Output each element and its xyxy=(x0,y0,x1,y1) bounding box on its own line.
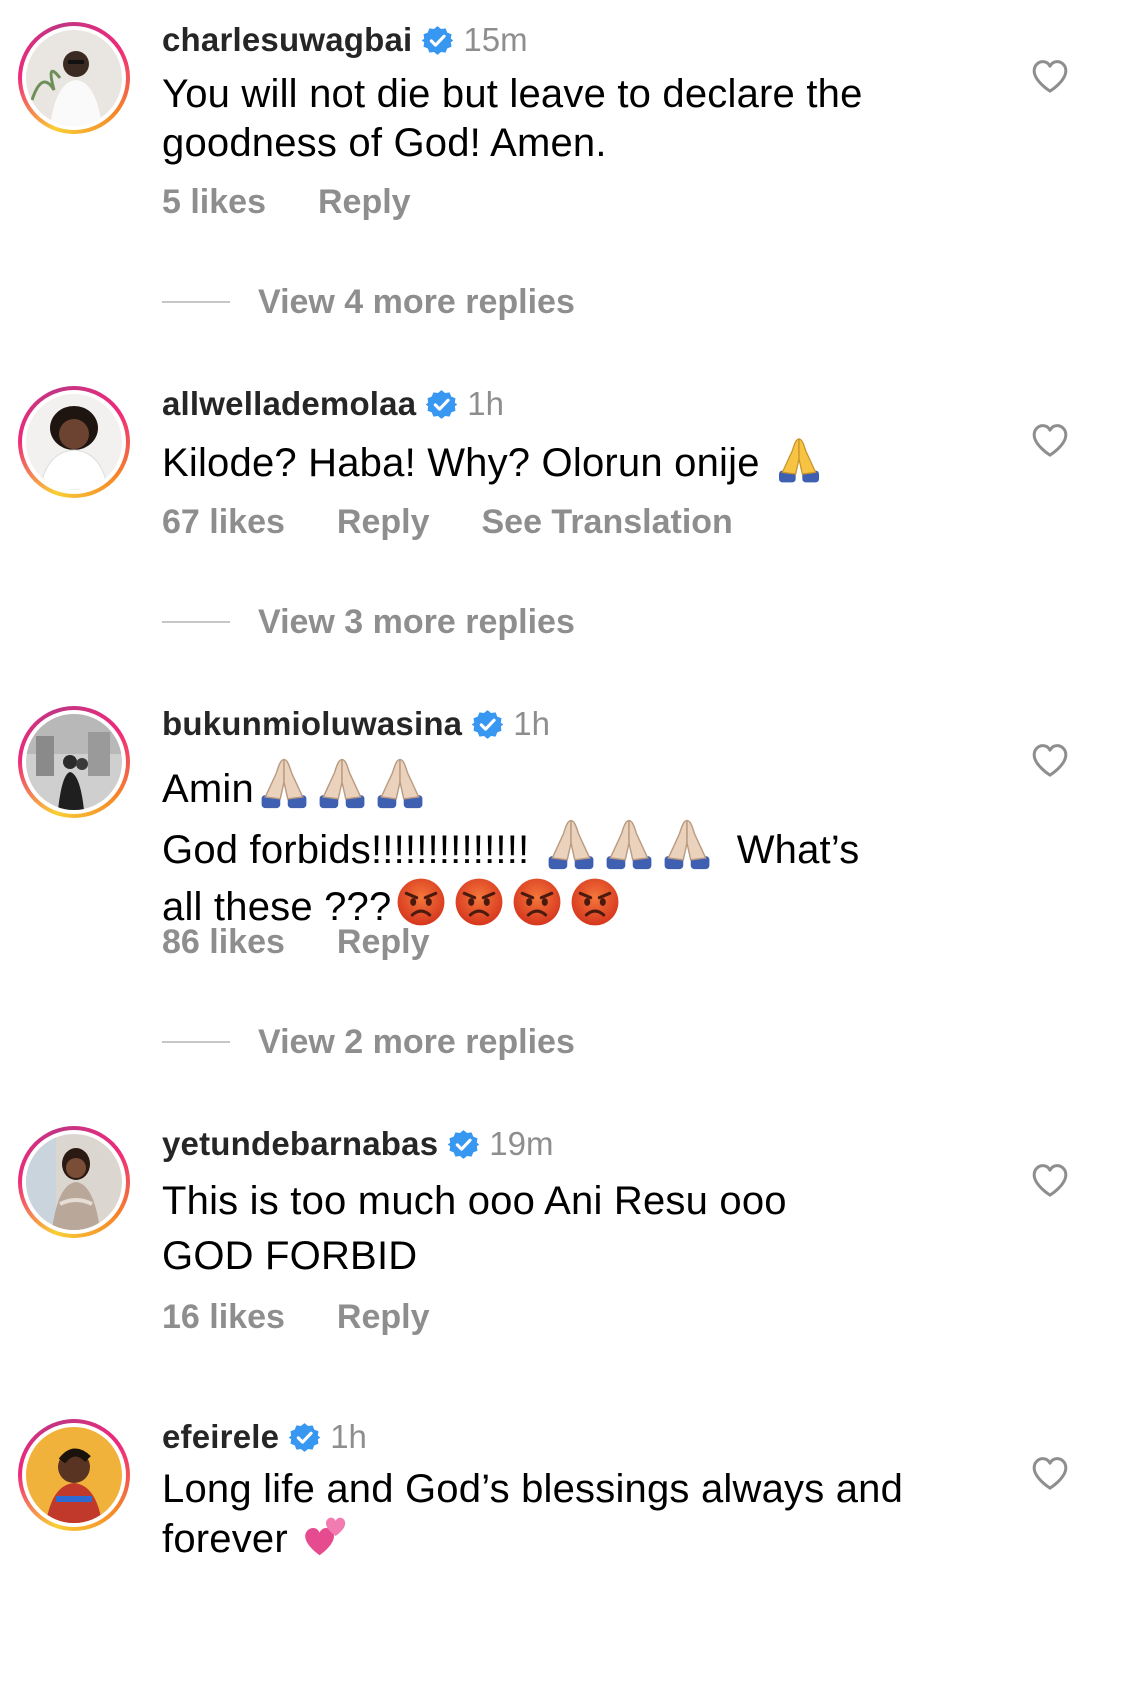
likes-count[interactable]: 16 likes xyxy=(162,1298,285,1337)
heart-outline-icon[interactable] xyxy=(1030,57,1070,97)
comment-meta: 16 likes Reply xyxy=(162,1296,481,1338)
comment-meta: 86 likes Reply xyxy=(162,921,481,963)
timestamp: 1h xyxy=(330,1418,367,1455)
comment-header: charlesuwagbai 15m xyxy=(162,20,528,60)
reply-button[interactable]: Reply xyxy=(337,503,430,542)
view-replies-label: View 3 more replies xyxy=(258,602,575,641)
divider-dash xyxy=(162,301,230,303)
view-replies-button[interactable]: View 4 more replies xyxy=(162,281,575,323)
avatar[interactable] xyxy=(18,22,130,134)
folded-hands-emoji xyxy=(774,434,824,484)
comment-text: You will not die but leave to declare th… xyxy=(162,70,1022,168)
comment-text: Long life and God’s blessings always and… xyxy=(162,1466,1022,1562)
avatar-photo xyxy=(26,1427,122,1523)
avatar-photo xyxy=(26,1134,122,1230)
divider-dash xyxy=(162,1041,230,1043)
avatar[interactable] xyxy=(18,1419,130,1531)
comment-line: goodness of God! Amen. xyxy=(162,121,607,165)
comment-line: God forbids!!!!!!!!!!!!!! xyxy=(162,828,530,872)
comment-header: efeirele 1h xyxy=(162,1417,367,1457)
view-replies-label: View 4 more replies xyxy=(258,282,575,321)
username[interactable]: allwellademolaa xyxy=(162,385,416,423)
comment-line: This is too much ooo Ani Resu ooo xyxy=(162,1179,787,1223)
divider-dash xyxy=(162,621,230,623)
comment-line: Kilode? Haba! Why? Olorun onije xyxy=(162,441,760,485)
comment-line: forever xyxy=(162,1517,288,1561)
username[interactable]: efeirele xyxy=(162,1418,279,1456)
reply-button[interactable]: Reply xyxy=(318,183,411,222)
comment-meta: 5 likes Reply xyxy=(162,181,463,223)
two-hearts-emoji xyxy=(302,1512,350,1560)
timestamp: 19m xyxy=(489,1125,554,1162)
comment-line: Long life and God’s blessings always and xyxy=(162,1467,904,1511)
heart-outline-icon[interactable] xyxy=(1030,421,1070,461)
angry-face-emoji xyxy=(511,876,563,928)
avatar-photo xyxy=(26,394,122,490)
comment-line: Amin xyxy=(162,767,254,811)
comment-header: bukunmioluwasina 1h xyxy=(162,704,550,744)
see-translation-button[interactable]: See Translation xyxy=(481,503,732,542)
folded-hands-emoji xyxy=(372,754,428,810)
view-replies-button[interactable]: View 2 more replies xyxy=(162,1021,575,1063)
likes-count[interactable]: 86 likes xyxy=(162,923,285,962)
view-replies-label: View 2 more replies xyxy=(258,1022,575,1061)
verified-badge-icon xyxy=(448,1129,479,1160)
folded-hands-emoji xyxy=(256,754,312,810)
comment-header: allwellademolaa 1h xyxy=(162,384,504,424)
timestamp: 1h xyxy=(513,705,550,742)
likes-count[interactable]: 67 likes xyxy=(162,503,285,542)
comment-line: What’s xyxy=(736,828,860,872)
comment-text: Amin God forbids!!!!!!!!!!!!!! What’s al… xyxy=(162,754,1022,933)
comment-meta: 67 likes Reply See Translation xyxy=(162,501,785,543)
view-replies-button[interactable]: View 3 more replies xyxy=(162,601,575,643)
comment-line: You will not die but leave to declare th… xyxy=(162,72,863,116)
username[interactable]: yetundebarnabas xyxy=(162,1125,438,1163)
avatar[interactable] xyxy=(18,1126,130,1238)
angry-face-emoji xyxy=(569,876,621,928)
username[interactable]: charlesuwagbai xyxy=(162,21,412,59)
verified-badge-icon xyxy=(472,709,503,740)
comment-header: yetundebarnabas 19m xyxy=(162,1124,553,1164)
reply-button[interactable]: Reply xyxy=(337,923,430,962)
avatar[interactable] xyxy=(18,386,130,498)
timestamp: 1h xyxy=(467,385,505,422)
avatar-photo xyxy=(26,30,122,126)
folded-hands-emoji xyxy=(601,815,657,871)
heart-outline-icon[interactable] xyxy=(1030,741,1070,781)
avatar-photo xyxy=(26,714,122,810)
heart-outline-icon[interactable] xyxy=(1030,1161,1070,1201)
username[interactable]: bukunmioluwasina xyxy=(162,705,462,743)
likes-count[interactable]: 5 likes xyxy=(162,183,266,222)
verified-badge-icon xyxy=(422,25,453,56)
avatar[interactable] xyxy=(18,706,130,818)
folded-hands-emoji xyxy=(314,754,370,810)
comment-text: Kilode? Haba! Why? Olorun onije xyxy=(162,434,1022,488)
verified-badge-icon xyxy=(289,1422,320,1453)
folded-hands-emoji xyxy=(543,815,599,871)
verified-badge-icon xyxy=(426,389,457,420)
comment-text: This is too much ooo Ani Resu ooo GOD FO… xyxy=(162,1174,1022,1284)
comment-line: GOD FORBID xyxy=(162,1234,418,1278)
timestamp: 15m xyxy=(463,21,528,58)
folded-hands-emoji xyxy=(659,815,715,871)
reply-button[interactable]: Reply xyxy=(337,1298,430,1337)
heart-outline-icon[interactable] xyxy=(1030,1454,1070,1494)
